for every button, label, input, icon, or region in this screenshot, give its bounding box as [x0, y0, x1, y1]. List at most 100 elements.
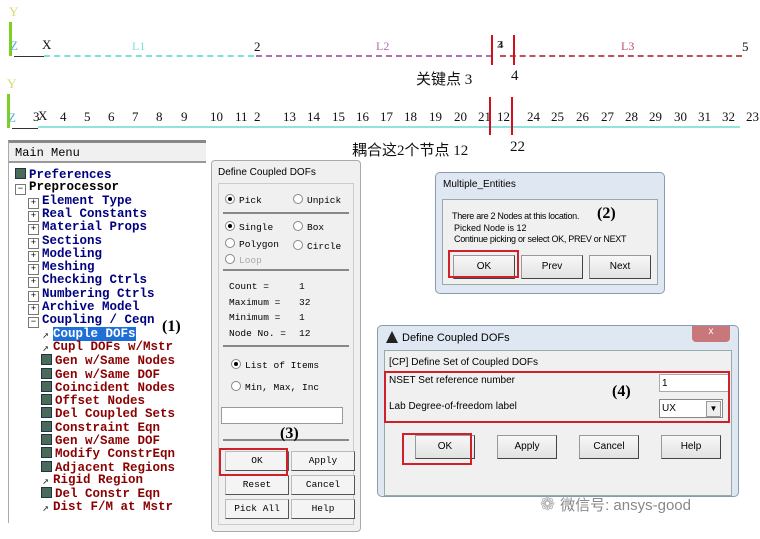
dialog-title: Multiple_Entities: [443, 179, 516, 190]
menu-item[interactable]: Coincident Nodes: [41, 380, 175, 395]
cp-header: [CP] Define Set of Coupled DOFs: [389, 357, 538, 368]
radio-box[interactable]: Box: [293, 221, 324, 233]
node-no-label: Node No. =: [229, 328, 287, 339]
highlight-marker: [513, 35, 515, 65]
help-button[interactable]: Help: [661, 435, 721, 459]
menu-item-label: Archive Model: [42, 300, 140, 314]
menu-item-label: Checking Ctrls: [42, 273, 148, 288]
message-line-1: There are 2 Nodes at this location.: [452, 211, 580, 221]
radio-min-max-inc[interactable]: Min, Max, Inc: [231, 381, 319, 393]
node-label: 6: [108, 109, 115, 124]
radio-unpick[interactable]: Unpick: [293, 194, 341, 206]
annotation-3: (3): [280, 425, 299, 442]
node-label: 3: [33, 109, 40, 124]
radio-single[interactable]: Single: [225, 221, 273, 233]
node-label: 17: [380, 109, 393, 124]
message-line-3: Continue picking or select OK, PREV or N…: [454, 234, 627, 244]
node-label: 11: [235, 109, 248, 124]
highlight-marker: [489, 97, 491, 135]
keypoint-4: 4: [498, 39, 504, 51]
calculator-icon: [41, 367, 52, 379]
node-label: 19: [429, 109, 442, 124]
calculator-icon: [41, 420, 52, 432]
close-button[interactable]: x: [692, 326, 730, 342]
menu-item[interactable]: Constraint Eqn: [41, 420, 161, 435]
node-no-value: 12: [299, 328, 311, 339]
node-label: 29: [649, 109, 662, 124]
divider: [223, 269, 349, 271]
apply-button[interactable]: Apply: [497, 435, 557, 459]
menu-item[interactable]: Del Coupled Sets: [41, 407, 175, 421]
radio-list-of-items[interactable]: List of Items: [231, 359, 319, 371]
menu-item[interactable]: ↗ Cupl DOFs w/Mstr: [41, 340, 173, 355]
picker-help-button[interactable]: Help: [291, 499, 355, 519]
node-label: 32: [722, 109, 735, 124]
menu-item-label: Gen w/Same DOF: [55, 434, 161, 448]
collapse-icon: −: [15, 184, 26, 196]
message-line-2: Picked Node is 12: [454, 223, 527, 233]
highlight-box: [402, 433, 472, 465]
node-label: 26: [576, 109, 589, 124]
picker-apply-button[interactable]: Apply: [291, 451, 355, 471]
node-label: 18: [404, 109, 417, 124]
node-label: 23: [746, 109, 759, 124]
calculator-icon: [15, 168, 26, 179]
menu-item-label: Modify ConstrEqn: [55, 447, 176, 462]
menu-item-label: Rigid Region: [53, 472, 144, 487]
menu-item-label: Preprocessor: [29, 180, 120, 195]
calculator-icon: [41, 460, 52, 472]
menu-item-label: Meshing: [42, 260, 95, 275]
radio-pick[interactable]: Pick: [225, 194, 262, 206]
maximum-label: Maximum =: [229, 297, 281, 308]
count-value: 1: [299, 281, 305, 292]
menu-item[interactable]: Gen w/Same DOF: [41, 367, 160, 382]
menu-item-label: Sections: [42, 233, 103, 248]
node-label: 24: [527, 109, 540, 124]
collapse-icon: −: [28, 317, 39, 329]
picker-dialog: Define Coupled DOFs Pick Unpick Single B…: [211, 160, 361, 532]
radio-polygon[interactable]: Polygon: [225, 238, 279, 250]
node-label: 8: [156, 109, 163, 124]
axis-x-label: X: [42, 37, 52, 52]
menu-item-label: Del Coupled Sets: [55, 407, 176, 422]
radio-circle[interactable]: Circle: [293, 240, 341, 252]
line-l3: [500, 55, 742, 57]
cancel-button[interactable]: Cancel: [579, 435, 639, 459]
menu-item[interactable]: Gen w/Same DOF: [41, 434, 160, 448]
menu-item[interactable]: ↗ Couple DOFs: [41, 326, 136, 341]
node-label: 25: [551, 109, 564, 124]
picker-reset-button[interactable]: Reset: [225, 475, 289, 495]
prev-button[interactable]: Prev: [521, 255, 583, 279]
annotation-4: (4): [612, 383, 631, 400]
line-label-l1: L1: [132, 39, 146, 53]
radio-loop: Loop: [225, 254, 262, 266]
picker-cancel-button[interactable]: Cancel: [291, 475, 355, 495]
caption-keypoint-4: 4: [511, 68, 519, 84]
menu-item[interactable]: ↗ Dist F/M at Mstr: [41, 499, 174, 514]
menu-item[interactable]: ↗ Rigid Region: [41, 472, 144, 488]
menu-item-label: Constraint Eqn: [55, 420, 161, 435]
axis-y-label: Y: [7, 76, 17, 91]
axis-x-line: [12, 128, 38, 129]
minimum-label: Minimum =: [229, 312, 281, 323]
maximum-value: 32: [299, 297, 311, 308]
menu-item[interactable]: Gen w/Same Nodes: [41, 354, 175, 368]
menu-item-label: Material Props: [42, 220, 148, 235]
dialog-title: Define Coupled DOFs: [402, 332, 510, 344]
menu-item[interactable]: Modify ConstrEqn: [41, 447, 175, 461]
calculator-icon: [41, 447, 52, 459]
pick-input[interactable]: [221, 407, 343, 424]
menu-item-label: Numbering Ctrls: [42, 286, 155, 301]
menu-item[interactable]: Offset Nodes: [41, 394, 145, 408]
picker-pick-all-button[interactable]: Pick All: [225, 499, 289, 519]
pick-arrow-icon: ↗: [42, 475, 49, 488]
menu-item-label: Element Type: [42, 193, 133, 208]
next-button[interactable]: Next: [589, 255, 651, 279]
annotation-1: (1): [162, 318, 181, 335]
menu-item-label: Dist F/M at Mstr: [53, 499, 174, 514]
node-label: 2: [254, 109, 261, 124]
pick-arrow-icon: ↗: [42, 342, 49, 355]
menu-item-label: Couple DOFs: [53, 326, 136, 341]
node-label: 16: [356, 109, 369, 124]
ansys-logo-icon: [386, 331, 398, 343]
